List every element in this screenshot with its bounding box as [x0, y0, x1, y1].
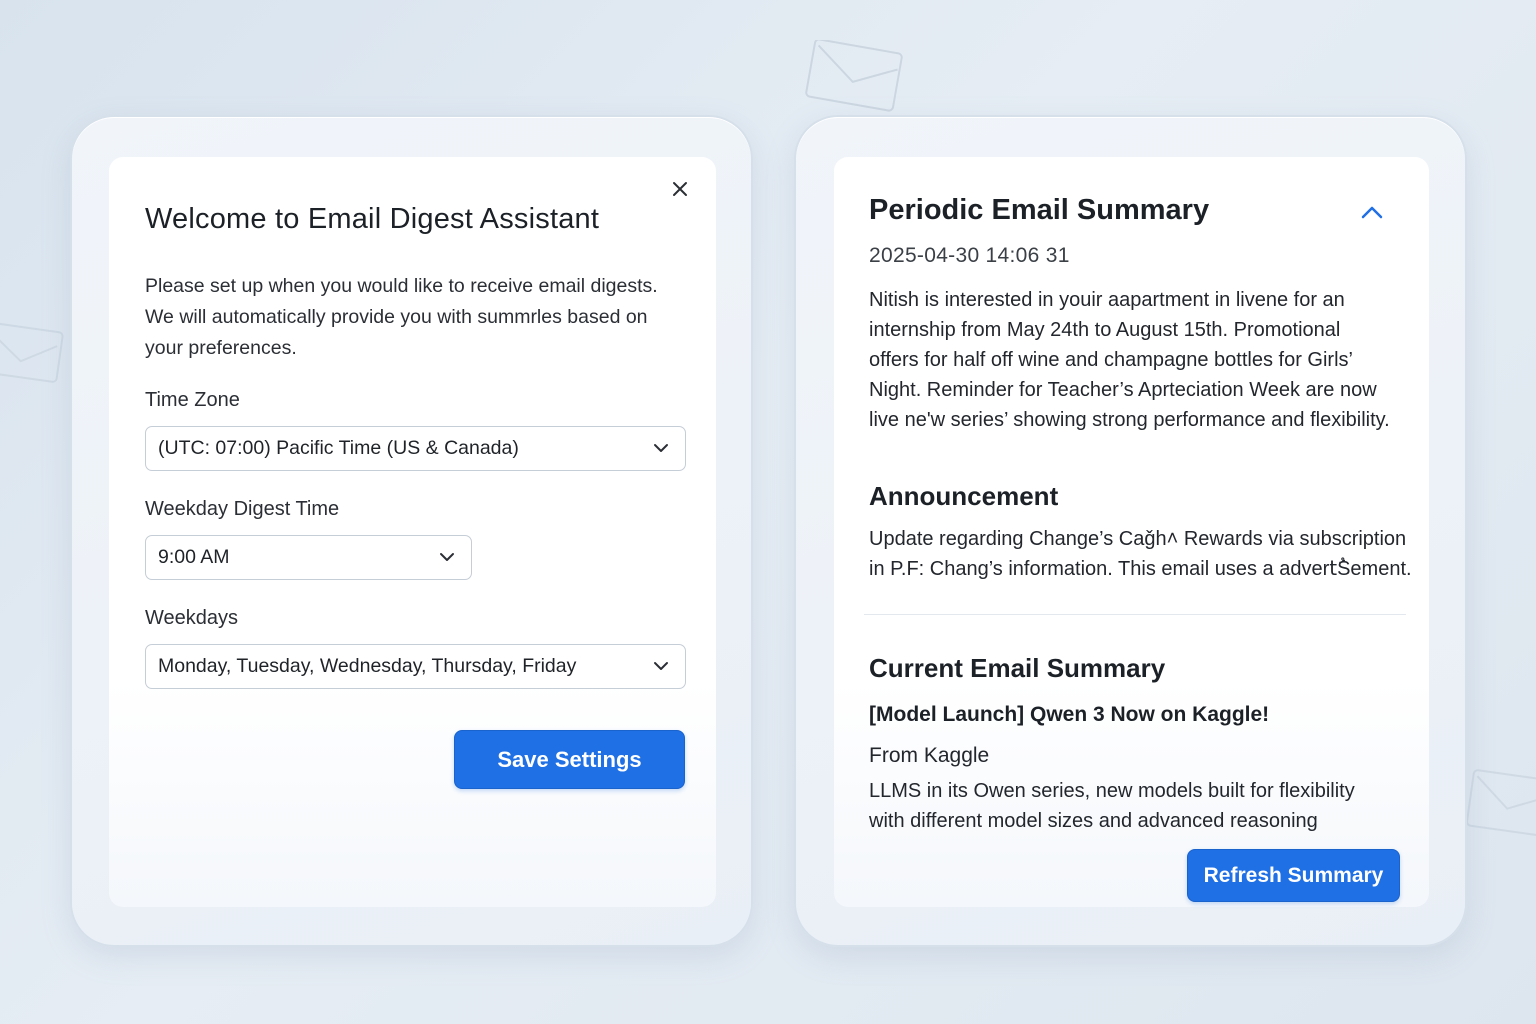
chevron-down-icon [654, 444, 668, 452]
envelope-decoration-icon [0, 321, 64, 383]
weekdays-select[interactable]: Monday, Tuesday, Wednesday, Thursday, Fr… [145, 644, 686, 689]
time-zone-value: (UTC: 07:00) Pacific Time (US & Canada) [158, 437, 519, 459]
close-icon[interactable] [671, 180, 689, 198]
chevron-up-icon[interactable] [1360, 204, 1384, 220]
announcement-title: Announcement [869, 481, 1059, 511]
refresh-summary-button[interactable]: Refresh Summary [1187, 849, 1400, 902]
time-zone-label: Time Zone [145, 389, 240, 411]
chevron-down-icon [440, 553, 454, 561]
current-summary-title: Current Email Summary [869, 653, 1166, 683]
digest-time-label: Weekday Digest Time [145, 498, 340, 520]
summary-panel: Periodic Email Summary 2025-04-30 14:06 … [834, 157, 1429, 907]
summary-timestamp: 2025-04-30 14:06 31 [869, 244, 1070, 267]
current-summary-text: LLMS in its Owen series, new models buil… [869, 780, 1355, 832]
digest-time-value: 9:00 AM [158, 546, 230, 568]
weekdays-value: Monday, Tuesday, Wednesday, Thursday, Fr… [158, 655, 577, 677]
envelope-decoration-icon [1466, 769, 1536, 837]
periodic-summary-text: Nitish is interested in youir aapartment… [869, 289, 1390, 431]
dialog-title: Welcome to Email Digest Assistant [145, 203, 600, 235]
section-divider [864, 614, 1406, 615]
announcement-text: Update regarding Change’s Caǧh˄ Rewards … [869, 528, 1412, 580]
email-subject: [Model Launch] Qwen 3 Now on Kaggle! [869, 703, 1270, 726]
settings-window: Welcome to Email Digest Assistant Please… [70, 115, 753, 947]
save-settings-button[interactable]: Save Settings [454, 730, 685, 789]
dialog-intro-text: Please set up when you would like to rec… [145, 275, 658, 359]
settings-dialog: Welcome to Email Digest Assistant Please… [109, 157, 716, 907]
weekdays-label: Weekdays [145, 607, 239, 629]
periodic-summary-title: Periodic Email Summary [869, 194, 1210, 226]
time-zone-select[interactable]: (UTC: 07:00) Pacific Time (US & Canada) [145, 426, 686, 471]
summary-window: Periodic Email Summary 2025-04-30 14:06 … [794, 115, 1467, 947]
digest-time-select[interactable]: 9:00 AM [145, 535, 472, 580]
email-sender: From Kaggle [869, 744, 990, 767]
chevron-down-icon [654, 662, 668, 670]
envelope-decoration-icon [805, 40, 903, 112]
